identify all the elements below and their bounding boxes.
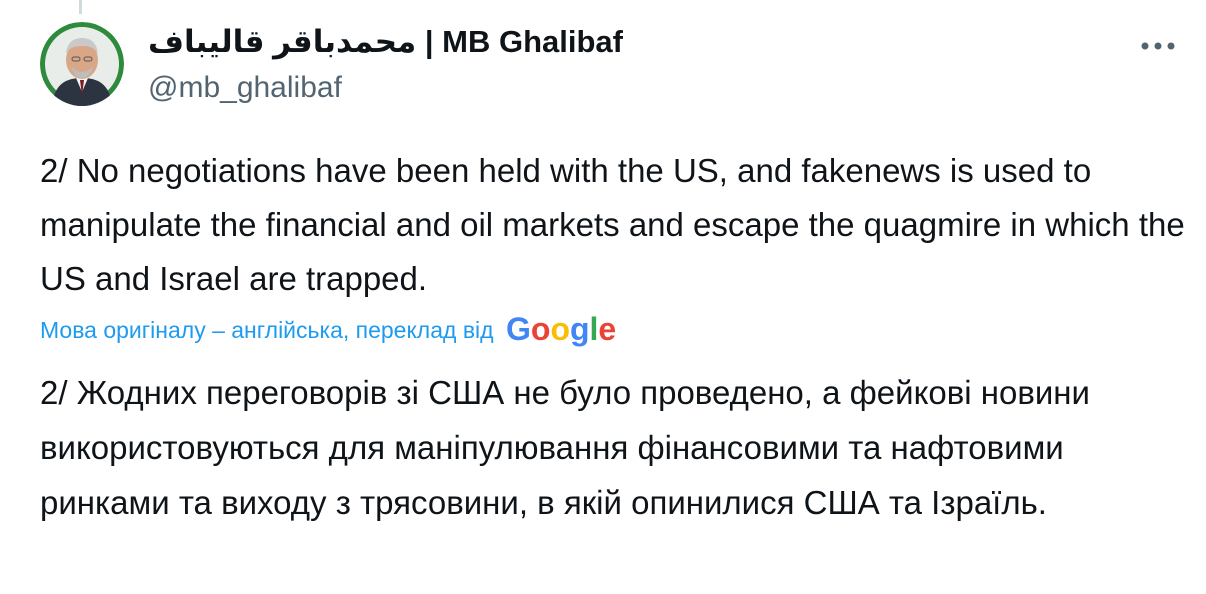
tweet-text: 2/ No negotiations have been held with t… bbox=[40, 152, 1185, 297]
translation-attribution: Мова оригіналу – англійська, переклад ві… bbox=[40, 311, 616, 348]
tweet-header: محمدباقر قالیباف | MB Ghalibaf @mb_ghali… bbox=[40, 22, 1180, 112]
svg-text:Google: Google bbox=[506, 312, 616, 347]
avatar[interactable] bbox=[40, 22, 124, 106]
google-logo-icon: Google bbox=[506, 311, 616, 348]
user-avatar-icon bbox=[40, 22, 124, 106]
translated-tweet-text: 2/ Жодних переговорів зі США не було про… bbox=[40, 374, 1090, 521]
author-handle[interactable]: @mb_ghalibaf bbox=[148, 68, 623, 108]
more-options-button[interactable] bbox=[1136, 32, 1180, 60]
thread-connector-line bbox=[79, 0, 82, 14]
translation-label[interactable]: Мова оригіналу – англійська, переклад ві… bbox=[40, 317, 494, 344]
author-display-name[interactable]: محمدباقر قالیباف | MB Ghalibaf bbox=[148, 22, 623, 62]
more-horizontal-icon bbox=[1141, 42, 1175, 50]
author-name-block: محمدباقر قالیباف | MB Ghalibaf @mb_ghali… bbox=[148, 22, 623, 108]
